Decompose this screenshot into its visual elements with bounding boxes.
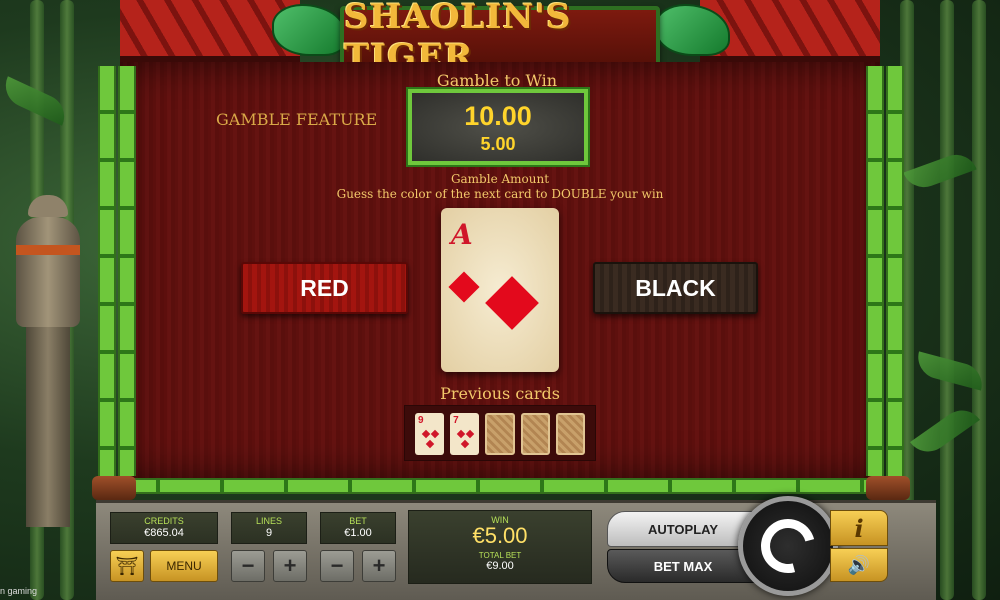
bamboo-frame-left [98,66,116,476]
gamble-to-win-label: Gamble to Win [436,71,558,90]
lines-plus-button[interactable]: + [273,550,307,582]
current-card: A [441,208,559,372]
card-back [485,413,515,455]
diamond-icon [448,271,480,303]
bet-max-button[interactable]: BET MAX [607,549,759,583]
previous-card: 9 [415,413,445,455]
lines-minus-button[interactable]: − [231,550,265,582]
win-value: €5.00 [472,523,528,548]
gamble-amount-label: Gamble Amount [450,172,550,186]
win-display: WIN €5.00 TOTAL BET €9.00 [408,510,592,584]
heart-icon [465,429,475,439]
heart-icon [421,429,431,439]
total-bet-label: TOTAL BET [478,551,522,560]
menu-button[interactable]: MENU [150,550,218,582]
heart-icon [430,429,440,439]
bamboo-frame-bottom [96,478,908,494]
spin-arrow-icon [751,509,825,583]
heart-icon [456,429,466,439]
gamble-instruction: Guess the color of the next card to DOUB… [336,187,664,201]
bamboo-pot [92,476,136,500]
brand-text: n gaming [0,586,38,596]
bamboo-pot [866,476,910,500]
lines-display: LINES 9 [231,512,307,544]
spin-button[interactable] [738,496,838,596]
bet-minus-button[interactable]: − [320,550,354,582]
gamble-amount-value: 5.00 [480,134,516,154]
bamboo-frame-right [866,66,884,476]
credits-display: CREDITS €865.04 [110,512,218,544]
game-title-board: SHAOLIN'S TIGER [340,0,660,77]
credits-value: €865.04 [144,527,184,539]
previous-cards-label: Previous cards [440,384,560,403]
bamboo-stalk [940,0,954,600]
bet-display: BET €1.00 [320,512,396,544]
red-button[interactable]: RED [241,262,408,314]
bamboo-frame-left [118,66,136,476]
previous-card-rank: 9 [418,415,424,426]
pagoda-icon: ⛩ [115,555,139,576]
gamble-feature-label: GAMBLE FEATURE [216,110,378,129]
bet-plus-button[interactable]: + [362,550,396,582]
diamond-icon [485,276,539,330]
previous-card: 7 [450,413,480,455]
gamble-to-win-value: 10.00 [464,101,532,131]
previous-cards-tray: 9 7 [404,405,596,461]
previous-card-rank: 7 [453,415,459,426]
card-back [555,413,585,455]
bamboo-stalk [972,0,986,600]
bamboo-frame-right [886,66,904,476]
heart-icon [460,439,470,449]
black-button[interactable]: BLACK [593,262,758,314]
card-back [520,413,550,455]
autoplay-button[interactable]: AUTOPLAY [607,511,759,547]
total-bet-value: €9.00 [486,560,514,572]
lines-label: LINES [255,516,282,526]
card-rank: A [451,218,473,251]
bet-label: BET [349,516,367,526]
bet-value: €1.00 [344,527,372,539]
stone-lantern [8,195,88,527]
speaker-icon: 🔊 [847,554,871,575]
info-button[interactable]: i [830,510,888,546]
heart-icon [425,439,435,449]
gamble-display: 10.00 5.00 [406,87,590,167]
home-button[interactable]: ⛩ [110,550,144,582]
lines-value: 9 [265,527,273,539]
sound-button[interactable]: 🔊 [830,548,888,582]
credits-label: CREDITS [144,516,184,526]
